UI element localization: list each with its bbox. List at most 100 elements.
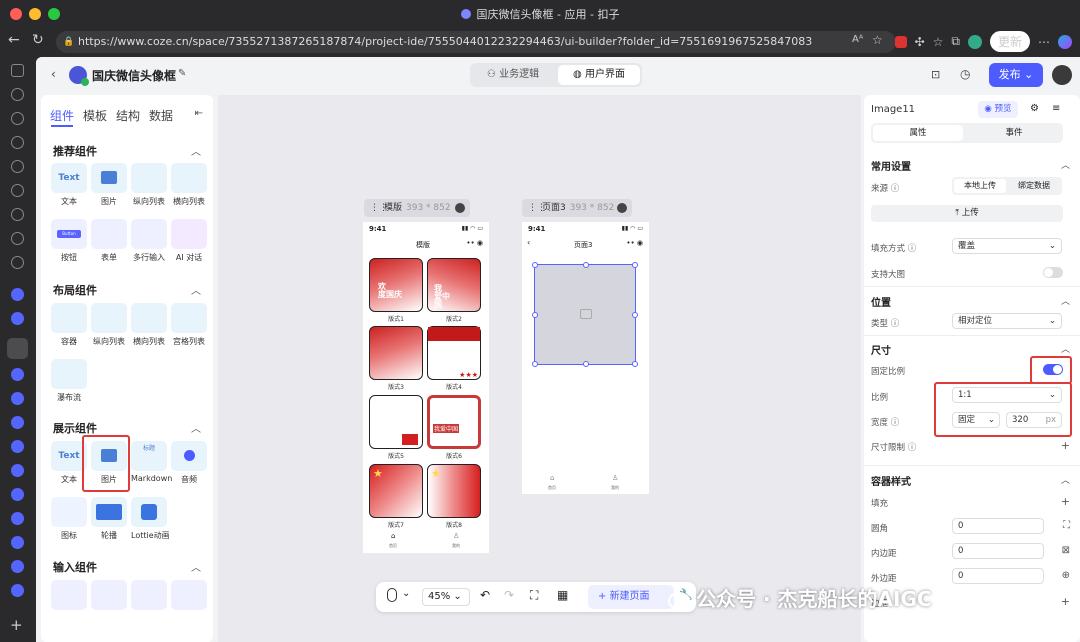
- new-page-button[interactable]: + 新建页面: [588, 585, 674, 609]
- window-controls[interactable]: [10, 8, 60, 20]
- more-icon[interactable]: ⋯: [1038, 35, 1050, 49]
- preview-button[interactable]: ◉ 预览: [978, 101, 1018, 118]
- mouse-pointer-icon[interactable]: [387, 588, 397, 602]
- coze-tab-icon[interactable]: [11, 464, 24, 477]
- drag-handle-icon[interactable]: ⋮⋮: [370, 199, 388, 217]
- upload-button[interactable]: ⤒ 上传: [871, 205, 1063, 222]
- template-tile-3[interactable]: [369, 326, 423, 380]
- settings-icon[interactable]: ⚙: [1030, 103, 1039, 114]
- coze-tab-icon[interactable]: [11, 560, 24, 573]
- sidebar-toggle-icon[interactable]: [11, 64, 24, 77]
- back-icon[interactable]: ‹: [51, 67, 56, 81]
- play-icon[interactable]: [455, 203, 465, 213]
- history-icon[interactable]: ◷: [960, 67, 970, 81]
- chevron-up-icon[interactable]: ︿: [1061, 342, 1070, 355]
- template-tile-7[interactable]: ★: [369, 464, 423, 518]
- resize-handle[interactable]: [532, 262, 538, 268]
- template-tile-6[interactable]: 我爱中国: [427, 395, 481, 449]
- selected-image-component[interactable]: [532, 262, 638, 367]
- add-fill-icon[interactable]: +: [1061, 495, 1070, 508]
- chevron-down-icon[interactable]: ⌄: [402, 588, 410, 599]
- tab-structure[interactable]: 结构: [116, 107, 140, 124]
- padding-input[interactable]: 0: [952, 543, 1044, 559]
- tab-components[interactable]: 组件: [50, 107, 74, 124]
- coze-tab-icon[interactable]: [11, 368, 24, 381]
- tab-business-logic[interactable]: ⚇ 业务逻辑: [472, 65, 554, 85]
- coze-tab-icon[interactable]: [11, 584, 24, 597]
- phone-frame-page3[interactable]: 9:41 ▮▮ ◠ ▭ ‹ 页面3 •• ◉ ⌂ 首页 ♙ 我的: [522, 222, 649, 494]
- component-horizontal-list[interactable]: 横向列表: [131, 303, 167, 347]
- chevron-up-icon[interactable]: ︿: [191, 420, 201, 435]
- template-tile-4[interactable]: ★★★: [427, 326, 481, 380]
- component-text[interactable]: Text 文本: [51, 163, 87, 207]
- copilot-icon[interactable]: [1058, 34, 1072, 49]
- publish-button[interactable]: 发布 ⌄: [989, 63, 1043, 87]
- bookmark-icon[interactable]: ⊡: [931, 68, 940, 81]
- maximize-window-button[interactable]: [48, 8, 60, 20]
- extension-icon[interactable]: [894, 35, 907, 48]
- coze-tab-icon[interactable]: [11, 536, 24, 549]
- redo-icon[interactable]: ↷: [504, 588, 514, 602]
- tab-icon[interactable]: [11, 112, 24, 125]
- address-bar[interactable]: 🔒 https://www.coze.cn/space/735527138726…: [56, 31, 896, 53]
- frame-label[interactable]: ⋮⋮ 模版 393 * 852: [364, 199, 470, 217]
- coze-tab-icon[interactable]: [11, 288, 24, 301]
- fill-mode-select[interactable]: 覆盖 ⌄: [952, 238, 1062, 254]
- template-tile-8[interactable]: ★: [427, 464, 481, 518]
- component-vertical-list[interactable]: 纵向列表: [131, 163, 167, 207]
- coze-tab-icon[interactable]: [11, 392, 24, 405]
- chevron-up-icon[interactable]: ︿: [1061, 473, 1070, 486]
- component-horizontal-list[interactable]: 横向列表: [171, 163, 207, 207]
- grid-icon[interactable]: ▦: [557, 588, 568, 602]
- tab-icon[interactable]: [11, 88, 24, 101]
- back-icon[interactable]: ←: [8, 32, 20, 48]
- component-button[interactable]: Button 按钮: [51, 219, 87, 263]
- component-carousel[interactable]: 轮播: [91, 497, 127, 541]
- add-border-icon[interactable]: +: [1061, 595, 1070, 608]
- component-ai-chat[interactable]: AI 对话: [171, 219, 207, 263]
- coze-tab-icon[interactable]: [11, 416, 24, 429]
- edit-icon[interactable]: ✎: [178, 68, 186, 79]
- component-input-line[interactable]: [131, 580, 167, 610]
- resize-handle[interactable]: [632, 262, 638, 268]
- component-vertical-list[interactable]: 纵向列表: [91, 303, 127, 347]
- tab-events[interactable]: 事件: [969, 125, 1059, 141]
- drag-handle-icon[interactable]: ⋮⋮: [528, 199, 546, 217]
- resize-handle[interactable]: [532, 361, 538, 367]
- frame-label[interactable]: ⋮⋮ 页面3 393 * 852: [522, 199, 632, 217]
- resize-handle[interactable]: [583, 361, 589, 367]
- home-icon[interactable]: ⌂: [391, 532, 395, 540]
- user-avatar[interactable]: [1052, 65, 1072, 85]
- margin-input[interactable]: 0: [952, 568, 1044, 584]
- template-tile-2[interactable]: 我爱中国: [427, 258, 481, 312]
- resize-handle[interactable]: [583, 262, 589, 268]
- collections-icon[interactable]: ⧉: [951, 34, 960, 49]
- component-audio[interactable]: 音频: [171, 441, 207, 485]
- component-form[interactable]: 表单: [91, 219, 127, 263]
- coze-tab-icon[interactable]: [11, 488, 24, 501]
- minimize-window-button[interactable]: [29, 8, 41, 20]
- tab-templates[interactable]: 模板: [83, 107, 107, 124]
- component-markdown[interactable]: 标题 Markdown: [131, 441, 172, 483]
- source-bind-button[interactable]: 绑定数据: [1008, 179, 1060, 193]
- profile-avatar[interactable]: [967, 34, 982, 49]
- resize-handle[interactable]: [532, 312, 538, 318]
- zoom-select[interactable]: 45% ⌄: [422, 588, 470, 606]
- component-icon[interactable]: 图标: [51, 497, 87, 541]
- play-icon[interactable]: [617, 203, 627, 213]
- template-tile-1[interactable]: 欢度国庆: [369, 258, 423, 312]
- component-grid-list[interactable]: 宫格列表: [171, 303, 207, 347]
- tab-icon[interactable]: [11, 208, 24, 221]
- coze-tab-icon[interactable]: [11, 512, 24, 525]
- component-waterfall[interactable]: 瀑布流: [51, 359, 87, 403]
- margin-icon[interactable]: ⊕: [1062, 570, 1070, 581]
- active-tab-icon[interactable]: [7, 338, 28, 359]
- component-input-form[interactable]: [91, 580, 127, 610]
- resize-handle[interactable]: [632, 312, 638, 318]
- radius-input[interactable]: 0: [952, 518, 1044, 534]
- home-icon[interactable]: ⌂: [550, 474, 554, 482]
- chevron-up-icon[interactable]: ︿: [191, 559, 201, 574]
- tab-icon[interactable]: [11, 136, 24, 149]
- tab-icon[interactable]: [11, 256, 24, 269]
- new-tab-icon[interactable]: +: [10, 616, 23, 634]
